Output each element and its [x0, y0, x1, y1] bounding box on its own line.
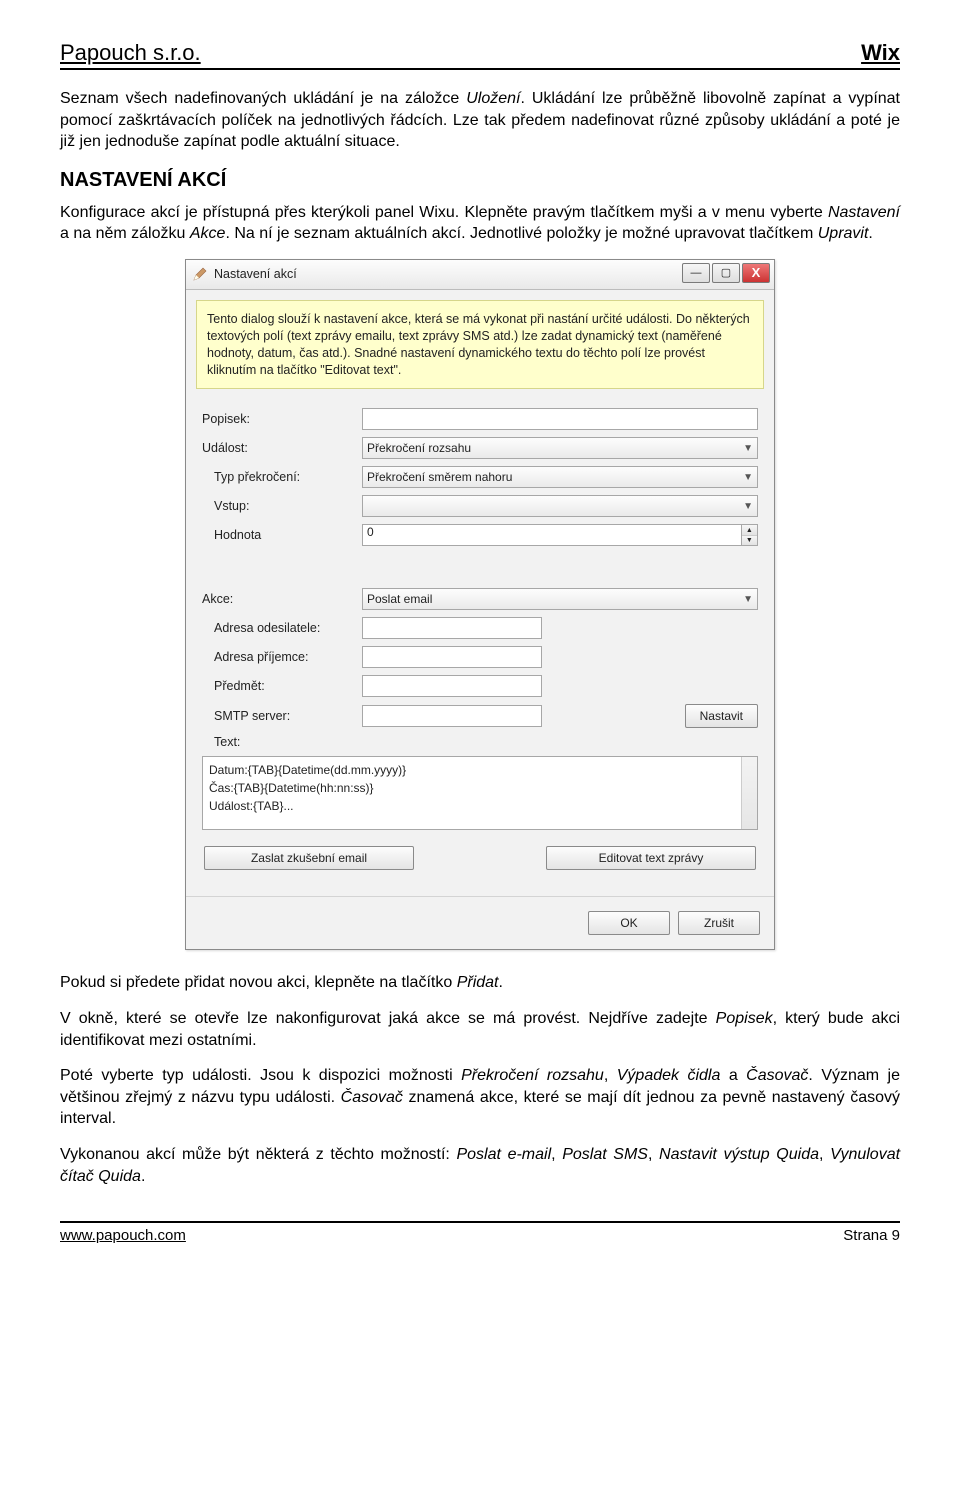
section-heading: NASTAVENÍ AKCÍ	[60, 169, 900, 192]
input-predmet[interactable]	[362, 675, 542, 697]
close-button[interactable]: X	[742, 263, 770, 283]
select-akce[interactable]: Poslat email▼	[362, 588, 758, 610]
settings-dialog: Nastavení akcí — ▢ X Tento dialog slouží…	[185, 259, 775, 951]
dialog-titlebar[interactable]: Nastavení akcí — ▢ X	[186, 260, 774, 290]
label-vstup: Vstup:	[202, 499, 362, 513]
label-udalost: Událost:	[202, 441, 362, 455]
page-header: Papouch s.r.o. Wix	[60, 40, 900, 70]
input-smtp[interactable]	[362, 705, 542, 727]
input-odesilatel[interactable]	[362, 617, 542, 639]
nastavit-button[interactable]: Nastavit	[685, 704, 758, 728]
select-vstup[interactable]: ▼	[362, 495, 758, 517]
page-footer: www.papouch.com Strana 9	[60, 1221, 900, 1244]
label-predmet: Předmět:	[202, 679, 362, 693]
paragraph-6: Vykonanou akcí může být některá z těchto…	[60, 1144, 900, 1187]
pencil-icon	[192, 266, 208, 282]
label-typ: Typ překročení:	[202, 470, 362, 484]
scrollbar[interactable]	[741, 757, 757, 829]
dialog-title: Nastavení akcí	[214, 267, 297, 281]
page-number: Strana 9	[843, 1227, 900, 1244]
label-hodnota: Hodnota	[202, 528, 362, 542]
zrusit-button[interactable]: Zrušit	[678, 911, 760, 935]
label-popisek: Popisek:	[202, 412, 362, 426]
footer-url[interactable]: www.papouch.com	[60, 1227, 186, 1244]
chevron-down-icon: ▼	[743, 443, 753, 454]
select-typ[interactable]: Překročení směrem nahoru▼	[362, 466, 758, 488]
company-name: Papouch s.r.o.	[60, 40, 201, 66]
label-akce: Akce:	[202, 592, 362, 606]
label-prijemce: Adresa příjemce:	[202, 650, 362, 664]
product-name: Wix	[861, 40, 900, 66]
label-text: Text:	[202, 735, 362, 749]
ok-button[interactable]: OK	[588, 911, 670, 935]
spinner-buttons[interactable]: ▲▼	[741, 524, 758, 546]
input-popisek[interactable]	[362, 408, 758, 430]
maximize-button[interactable]: ▢	[712, 263, 740, 283]
label-odesilatel: Adresa odesilatele:	[202, 621, 362, 635]
chevron-down-icon: ▼	[743, 594, 753, 605]
paragraph-3: Pokud si předete přidat novou akci, klep…	[60, 972, 900, 994]
chevron-down-icon: ▼	[743, 501, 753, 512]
paragraph-4: V okně, které se otevře lze nakonfigurov…	[60, 1008, 900, 1051]
spinner-hodnota[interactable]: 0 ▲▼	[362, 524, 758, 546]
paragraph-5: Poté vyberte typ události. Jsou k dispoz…	[60, 1065, 900, 1130]
paragraph-1: Seznam všech nadefinovaných ukládání je …	[60, 88, 900, 153]
zaslat-button[interactable]: Zaslat zkušební email	[204, 846, 414, 870]
chevron-down-icon: ▼	[743, 472, 753, 483]
paragraph-2: Konfigurace akcí je přístupná přes který…	[60, 202, 900, 245]
minimize-button[interactable]: —	[682, 263, 710, 283]
textarea-text[interactable]: Datum:{TAB}{Datetime(dd.mm.yyyy)} Čas:{T…	[202, 756, 758, 830]
label-smtp: SMTP server:	[202, 709, 362, 723]
select-udalost[interactable]: Překročení rozsahu▼	[362, 437, 758, 459]
input-prijemce[interactable]	[362, 646, 542, 668]
dialog-info-box: Tento dialog slouží k nastavení akce, kt…	[196, 300, 764, 390]
editovat-button[interactable]: Editovat text zprávy	[546, 846, 756, 870]
